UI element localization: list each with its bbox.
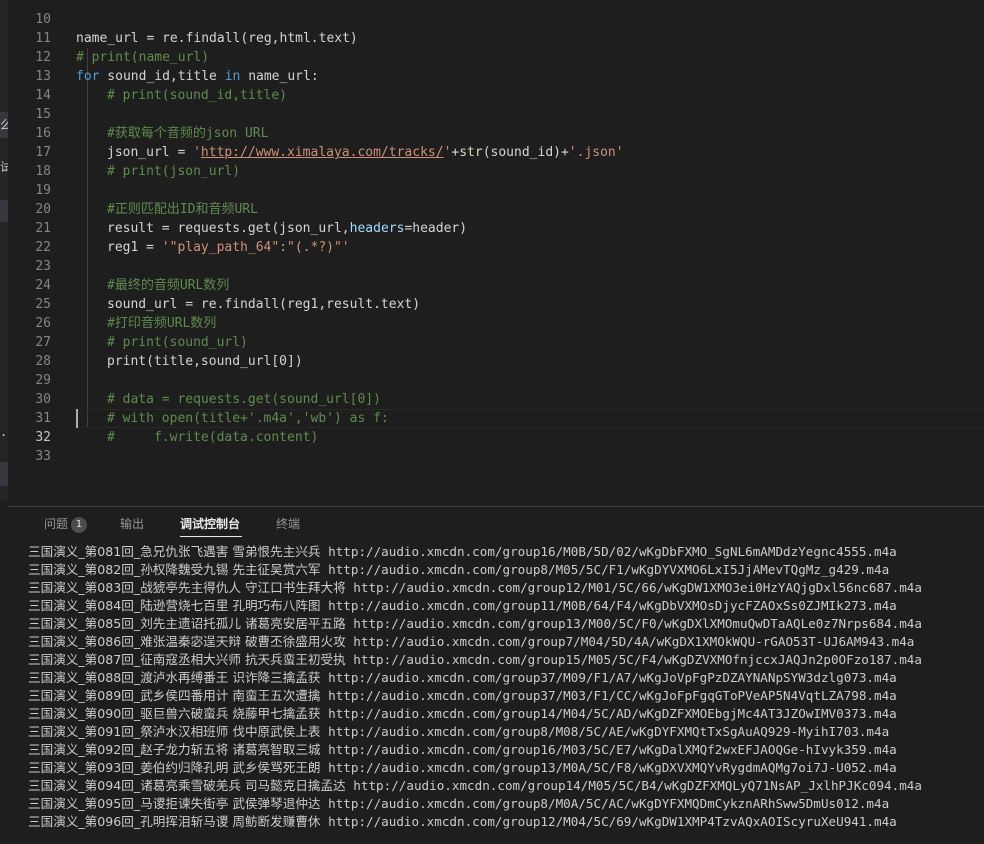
console-line: 三国演义_第093回_姜伯约归降孔明 武乡侯骂死王朗 http://audio.… — [28, 760, 897, 775]
code-line: 27 print(title,sound_url[0]) — [8, 314, 984, 369]
console-line: 三国演义_第094回_诸葛亮乘雪破羌兵 司马懿克日擒孟达 http://audi… — [28, 778, 922, 793]
bottom-panel: 问题 1 输出 调试控制台 终端 三国演义_第081回_急兄仇张飞遇害 雪弟恨先主… — [8, 506, 984, 844]
console-line: 三国演义_第091回_祭泸水汉相班师 伐中原武侯上表 http://audio.… — [28, 724, 890, 739]
tab-problems[interactable]: 问题 1 — [44, 514, 88, 534]
code-editor[interactable]: 10 name_url = re.findall(reg,html.text) … — [8, 0, 984, 500]
console-line: 三国演义_第088回_渡泸水再缚番王 识诈降三擒孟获 http://audio.… — [28, 670, 897, 685]
panel-tabs: 问题 1 输出 调试控制台 终端 — [8, 507, 984, 539]
sidebar-highlight — [0, 462, 8, 486]
code-line: 25 #打印音频URL数列 — [8, 276, 984, 331]
code-line: 10 name_url = re.findall(reg,html.text) — [8, 0, 984, 46]
code-line: 14 — [8, 67, 984, 103]
code-line: 31 # f.write(data.content) — [8, 390, 984, 445]
code-line: 16 json_url = 'http://www.ximalaya.com/t… — [8, 105, 984, 160]
console-line: 三国演义_第086回_难张温秦宓逞天辩 破曹丕徐盛用火攻 http://audi… — [28, 634, 915, 649]
tab-label: 调试控制台 — [180, 517, 241, 531]
code-line: 33 — [8, 428, 984, 464]
console-line: 三国演义_第082回_孙权降魏受九锡 先主征吴赏六军 http://audio.… — [28, 562, 890, 577]
code-line: 30 # with open(title+'.m4a','wb') as f: — [8, 371, 984, 426]
code-line: 17 # print(json_url) — [8, 124, 984, 179]
console-line: 三国演义_第084回_陆逊营烧七百里 孔明巧布八阵图 http://audio.… — [28, 598, 897, 613]
code-line: 24 sound_url = re.findall(reg1,result.te… — [8, 257, 984, 312]
problems-count-badge: 1 — [71, 516, 88, 533]
tab-label: 终端 — [276, 517, 301, 531]
console-line: 三国演义_第087回_征南寇丞相大兴师 抗天兵蛮王初受执 http://audi… — [28, 652, 922, 667]
code-line: 12 for sound_id,title in name_url: — [8, 29, 984, 84]
console-line: 三国演义_第095回_马谡拒谏失街亭 武侯弹琴退仲达 http://audio.… — [28, 796, 890, 811]
active-tab-indicator — [180, 536, 242, 537]
console-line: 三国演义_第085回_刘先主遗诏托孤儿 诸葛亮安居平五路 http://audi… — [28, 616, 922, 631]
sidebar-highlight — [0, 200, 8, 222]
code-line: 15 #获取每个音频的json URL — [8, 86, 984, 141]
tab-output[interactable]: 输出 — [120, 514, 144, 534]
tab-debug-console[interactable]: 调试控制台 — [180, 514, 240, 534]
code-line: 23 #最终的音频URL数列 — [8, 238, 984, 293]
code-line: 32 — [8, 409, 984, 445]
console-line: 三国演义_第090回_驱巨兽六破蛮兵 烧藤甲七擒孟获 http://audio.… — [28, 706, 897, 721]
code-line: 21 reg1 = '"play_path_64":"(.*?)"' — [8, 200, 984, 255]
code-line: 28 — [8, 333, 984, 369]
sidebar-text-fragment: ... — [0, 425, 8, 439]
code-line: 22 — [8, 219, 984, 255]
code-line: 13 # print(sound_id,title) — [8, 48, 984, 103]
console-line: 三国演义_第083回_战猇亭先主得仇人 守江口书生拜大将 http://audi… — [28, 580, 922, 595]
tab-label: 问题 — [44, 517, 69, 531]
vscode-window: 么 试 ... 10 name_url = re.findall(reg,htm… — [0, 0, 984, 844]
code-line: 18 — [8, 143, 984, 179]
tab-terminal[interactable]: 终端 — [276, 514, 300, 534]
code-line: 29 # data = requests.get(sound_url[0]) — [8, 352, 984, 407]
sidebar-text-fragment: 么 — [0, 118, 8, 132]
code-line: 11 # print(name_url) — [8, 10, 984, 65]
console-line: 三国演义_第089回_武乡侯四番用计 南蛮王五次遭擒 http://audio.… — [28, 688, 897, 703]
tab-label: 输出 — [120, 517, 145, 531]
line-number: 33 — [35, 449, 51, 464]
console-line: 三国演义_第081回_急兄仇张飞遇害 雪弟恨先主兴兵 http://audio.… — [28, 544, 897, 559]
console-line: 三国演义_第092回_赵子龙力斩五将 诸葛亮智取三城 http://audio.… — [28, 742, 897, 757]
sidebar-text-fragment: 试 — [0, 160, 8, 174]
code-line: 20 result = requests.get(json_url,header… — [8, 181, 984, 236]
code-line: 26 # print(sound_url) — [8, 295, 984, 350]
console-line: 三国演义_第096回_孔明挥泪斩马谡 周鲂断发赚曹休 http://audio.… — [28, 814, 897, 829]
code-line: 19 #正则匹配出ID和音频URL — [8, 162, 984, 217]
sidebar-edge: 么 试 ... — [0, 0, 8, 500]
